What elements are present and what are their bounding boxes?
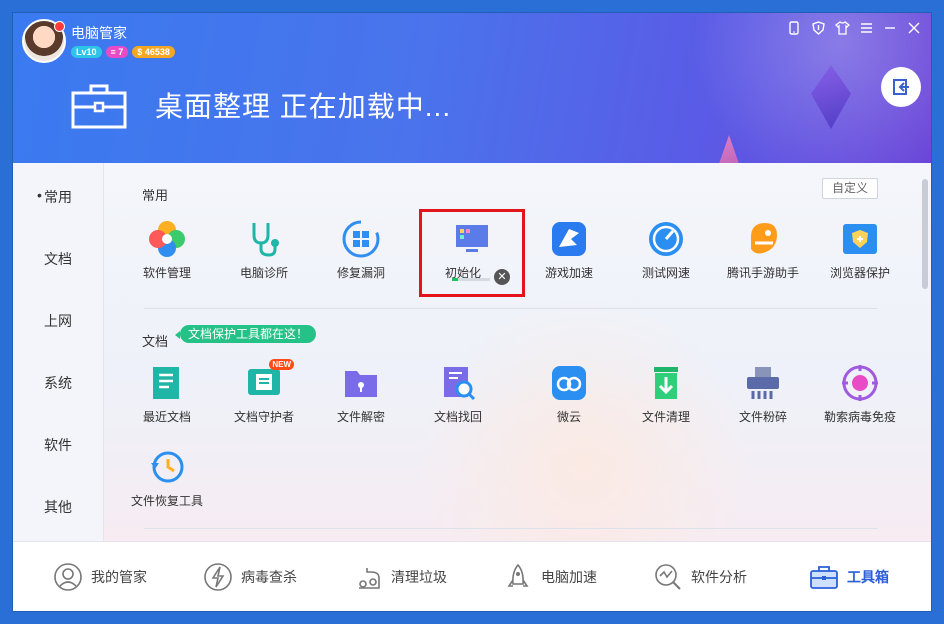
section-divider-bottom <box>144 528 878 529</box>
rocket-icon <box>507 563 529 587</box>
flower-app-icon <box>147 219 187 259</box>
analysis-icon <box>655 564 681 590</box>
category-sidebar: 常用 文档 上网 系统 软件 其他 <box>13 163 104 541</box>
butler-icon <box>54 563 82 591</box>
scrollbar[interactable] <box>922 179 928 289</box>
windows-repair-icon <box>341 219 381 259</box>
tool-speed-test[interactable]: 测试网速 <box>621 219 711 281</box>
new-badge: NEW <box>269 359 294 370</box>
tool-software-manager[interactable]: 软件管理 <box>122 219 212 281</box>
shredder-icon <box>743 363 783 403</box>
customize-button[interactable]: 自定义 <box>822 178 878 199</box>
doc-guard-icon: NEW <box>244 359 294 403</box>
loading-progress <box>452 278 490 281</box>
tool-ransomware-immune[interactable]: 勒索病毒免疫 <box>815 363 905 425</box>
sidebar-item-other[interactable]: 其他 <box>13 497 103 517</box>
recent-docs-icon <box>147 363 187 403</box>
header-banner: 电脑管家 Lv10 ≡ 7 $ 46538 桌面整理 正在加载中... <box>13 13 931 163</box>
weiyun-cloud-icon <box>549 363 589 403</box>
tool-doc-guard[interactable]: NEW 文档守护者 <box>219 359 309 425</box>
bottom-nav-software-analysis[interactable]: 软件分析 <box>653 562 747 592</box>
bottom-nav-my-butler[interactable]: 我的管家 <box>53 562 147 592</box>
bottom-nav-clean-junk[interactable]: 清理垃圾 <box>353 562 447 592</box>
sidebar-item-system[interactable]: 系统 <box>13 373 103 393</box>
docs-promo-tag: 文档保护工具都在这！ <box>174 325 317 343</box>
tool-weiyun[interactable]: 微云 <box>524 363 614 425</box>
coin-badge[interactable]: $ 46538 <box>132 46 175 58</box>
sidebar-item-docs[interactable]: 文档 <box>13 249 103 269</box>
bottom-nav: 我的管家 病毒查杀 清理垃圾 电脑加速 软件分析 工具箱 <box>13 541 931 611</box>
game-boost-icon <box>549 219 589 259</box>
tools-panel: 常用 自定义 软件管理 电脑诊所 修复漏洞 初始化 ✕ 游戏加速 测试网速 腾讯… <box>104 163 931 541</box>
sidebar-item-software[interactable]: 软件 <box>13 435 103 455</box>
exit-toolbox-button[interactable] <box>881 67 921 107</box>
stethoscope-icon <box>244 219 284 259</box>
file-restore-icon <box>147 447 187 487</box>
phone-icon[interactable] <box>785 21 803 39</box>
tool-pc-clinic[interactable]: 电脑诊所 <box>219 219 309 281</box>
tool-file-clean[interactable]: 文件清理 <box>621 363 711 425</box>
section-title-common: 常用 <box>142 188 169 203</box>
doc-search-icon <box>438 363 478 403</box>
level-badge[interactable]: Lv10 <box>71 46 102 58</box>
highlight-box <box>419 209 525 297</box>
virus-scan-icon <box>204 563 232 591</box>
close-icon[interactable] <box>905 21 923 39</box>
bottom-nav-pc-boost[interactable]: 电脑加速 <box>503 562 597 592</box>
tool-doc-recover[interactable]: 文档找回 <box>413 363 503 425</box>
tool-mobile-game-assistant[interactable]: 腾讯手游助手 <box>718 219 808 281</box>
app-window: 电脑管家 Lv10 ≡ 7 $ 46538 桌面整理 正在加载中... • 常用… <box>13 13 931 611</box>
bottom-nav-virus-scan[interactable]: 病毒查杀 <box>203 562 297 592</box>
shield-icon[interactable] <box>809 21 827 39</box>
notification-dot <box>54 21 65 32</box>
tool-fix-vulnerabilities[interactable]: 修复漏洞 <box>316 219 406 281</box>
message-badge[interactable]: ≡ 7 <box>105 46 129 58</box>
app-name: 电脑管家 <box>71 25 127 41</box>
tool-game-boost[interactable]: 游戏加速 <box>524 219 614 281</box>
sidebar-item-common[interactable]: 常用 <box>13 187 103 207</box>
tool-browser-protect[interactable]: 浏览器保护 <box>815 219 905 281</box>
bottom-nav-toolbox[interactable]: 工具箱 <box>809 562 889 592</box>
mobile-game-assistant-icon <box>743 219 783 259</box>
browser-shield-icon <box>840 219 880 259</box>
shirt-icon[interactable] <box>833 21 851 39</box>
speedometer-icon <box>646 219 686 259</box>
tool-file-decrypt[interactable]: 文件解密 <box>316 363 406 425</box>
section-divider <box>144 308 878 309</box>
cancel-loading-button[interactable]: ✕ <box>494 269 510 285</box>
toolbox-icon <box>810 566 838 589</box>
menu-icon[interactable] <box>857 21 875 39</box>
sidebar-item-internet[interactable]: 上网 <box>13 311 103 331</box>
file-decrypt-icon <box>341 363 381 403</box>
minimize-icon[interactable] <box>881 21 899 39</box>
tool-file-restore[interactable]: 文件恢复工具 <box>122 447 212 509</box>
toolbox-header-icon <box>71 83 127 129</box>
tool-recent-docs[interactable]: 最近文档 <box>122 363 212 425</box>
page-title: 桌面整理 正在加载中... <box>155 91 452 122</box>
file-clean-icon <box>646 363 686 403</box>
ransomware-immune-icon <box>840 363 880 403</box>
vacuum-icon <box>359 568 380 589</box>
tool-file-shred[interactable]: 文件粉碎 <box>718 363 808 425</box>
section-title-docs: 文档 <box>142 334 169 349</box>
